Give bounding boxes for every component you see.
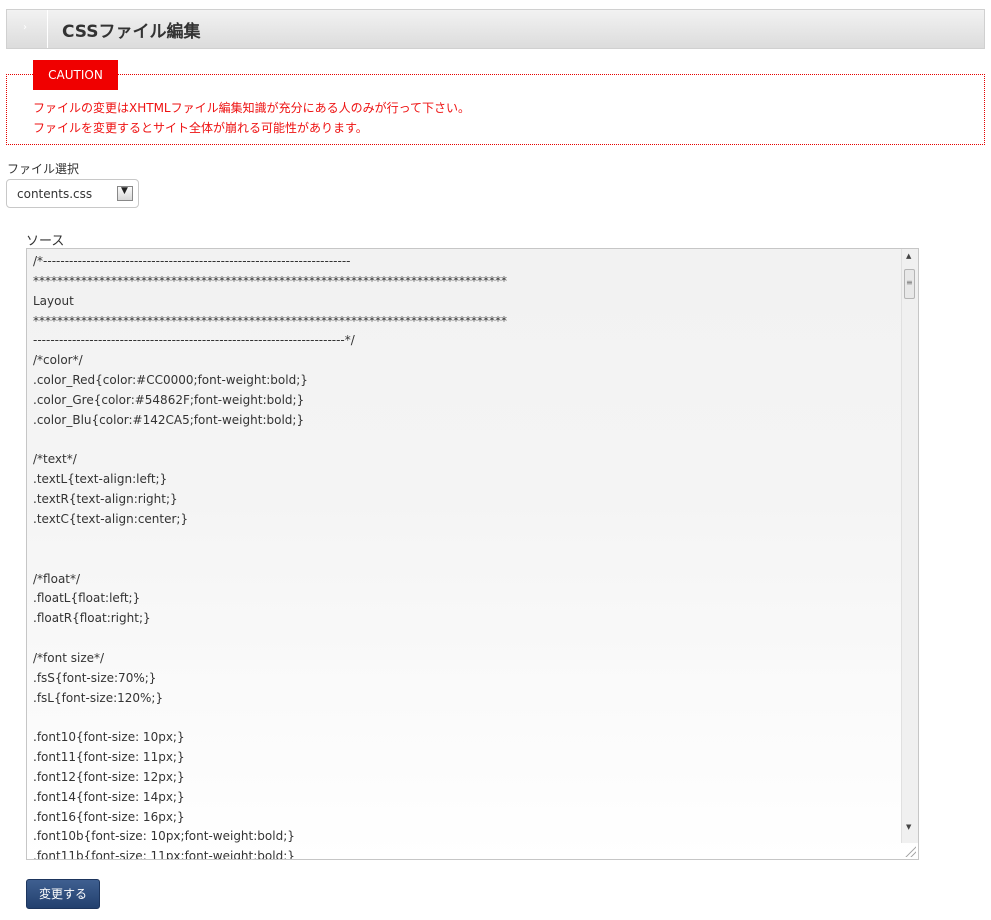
resize-handle-icon[interactable] xyxy=(904,845,916,857)
file-select-label: ファイル選択 xyxy=(7,162,80,176)
scroll-up-icon[interactable]: ▲ xyxy=(906,252,911,260)
file-select-dropdown[interactable]: contents.css ▼ xyxy=(6,179,139,208)
file-select-value: contents.css xyxy=(17,187,93,201)
scrollbar-thumb[interactable]: ≡ xyxy=(904,269,915,299)
dropdown-arrow-button[interactable]: ▼ xyxy=(117,186,133,201)
source-textarea[interactable]: /*--------------------------------------… xyxy=(26,248,919,860)
source-code: /*--------------------------------------… xyxy=(33,254,507,860)
scroll-down-icon[interactable]: ▼ xyxy=(906,823,911,831)
caution-line-1: ファイルの変更はXHTMLファイル編集知識が充分にある人のみが行って下さい。 xyxy=(33,101,471,115)
vertical-scrollbar[interactable]: ▲ ≡ ▼ xyxy=(901,249,918,843)
chevron-down-icon: ▼ xyxy=(121,186,128,196)
header-arrow-box: › xyxy=(7,10,48,48)
grip-icon: ≡ xyxy=(906,278,913,287)
submit-button[interactable]: 変更する xyxy=(26,879,100,909)
source-label: ソース xyxy=(26,234,65,249)
page-title: CSSファイル編集 xyxy=(62,22,201,42)
caution-message: ファイルの変更はXHTMLファイル編集知識が充分にある人のみが行って下さい。 フ… xyxy=(33,98,470,138)
caution-badge: CAUTION xyxy=(33,60,118,90)
caution-line-2: ファイルを変更するとサイト全体が崩れる可能性があります。 xyxy=(33,121,368,135)
page-header: › CSSファイル編集 xyxy=(6,9,985,49)
chevron-right-icon: › xyxy=(23,22,27,33)
